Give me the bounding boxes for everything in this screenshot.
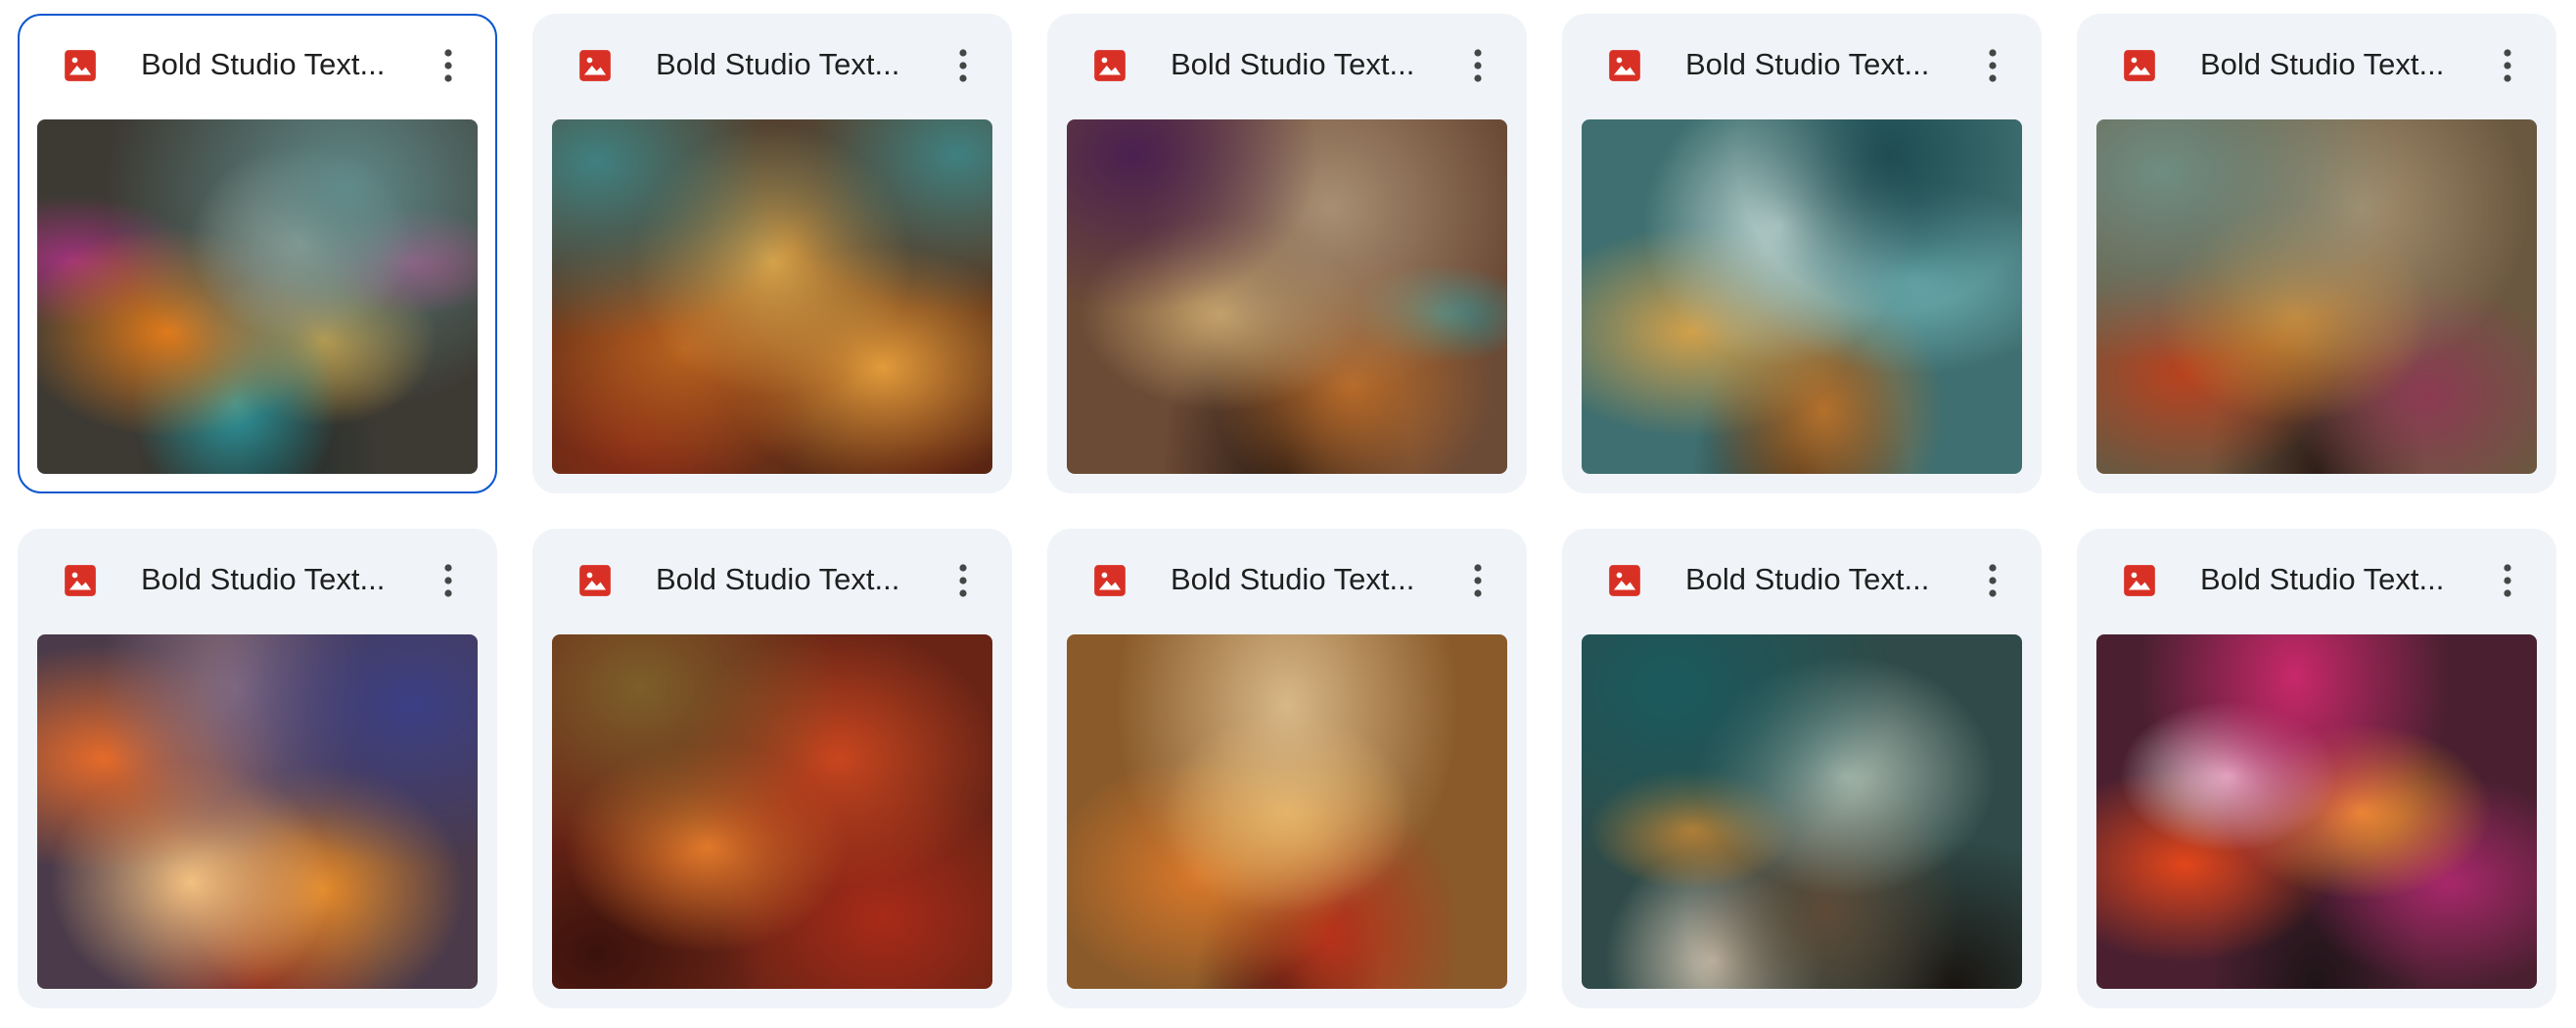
image-file-icon (1606, 562, 1643, 599)
more-actions-button[interactable] (1969, 42, 2016, 89)
file-card[interactable]: Bold Studio Text... (2077, 14, 2556, 493)
file-card[interactable]: Bold Studio Text... (1047, 14, 1527, 493)
file-thumbnail[interactable] (37, 634, 478, 989)
more-vert-icon (2504, 49, 2511, 82)
file-thumbnail[interactable] (1067, 119, 1507, 474)
file-card[interactable]: Bold Studio Text... (532, 529, 1012, 1008)
file-card-header: Bold Studio Text... (532, 14, 1012, 117)
file-card-header: Bold Studio Text... (2077, 14, 2556, 117)
more-vert-icon (959, 49, 967, 82)
image-file-icon (2121, 562, 2158, 599)
more-actions-button[interactable] (940, 557, 987, 604)
file-card-header: Bold Studio Text... (20, 16, 495, 119)
file-name: Bold Studio Text... (656, 47, 900, 81)
file-thumbnail[interactable] (37, 119, 478, 474)
file-card-header: Bold Studio Text... (532, 529, 1012, 632)
file-name: Bold Studio Text... (141, 562, 386, 596)
more-actions-button[interactable] (1969, 557, 2016, 604)
file-thumbnail[interactable] (1582, 634, 2022, 989)
file-name: Bold Studio Text... (2200, 562, 2445, 596)
file-grid: Bold Studio Text... Bold Studio Text... (18, 14, 2556, 1008)
more-actions-button[interactable] (940, 42, 987, 89)
file-name: Bold Studio Text... (1171, 562, 1415, 596)
file-card[interactable]: Bold Studio Text... (2077, 529, 2556, 1008)
file-name: Bold Studio Text... (1171, 47, 1415, 81)
file-thumbnail[interactable] (2096, 634, 2537, 989)
file-thumbnail[interactable] (552, 634, 992, 989)
more-vert-icon (1989, 49, 1997, 82)
file-thumbnail[interactable] (1067, 634, 1507, 989)
file-name: Bold Studio Text... (1685, 562, 1930, 596)
more-vert-icon (1474, 564, 1482, 597)
more-actions-button[interactable] (2484, 557, 2531, 604)
more-vert-icon (959, 564, 967, 597)
file-thumbnail[interactable] (2096, 119, 2537, 474)
file-card[interactable]: Bold Studio Text... (1562, 529, 2042, 1008)
file-card[interactable]: Bold Studio Text... (532, 14, 1012, 493)
file-thumbnail[interactable] (552, 119, 992, 474)
file-card[interactable]: Bold Studio Text... (1047, 529, 1527, 1008)
image-file-icon (1091, 562, 1128, 599)
file-card[interactable]: Bold Studio Text... (18, 14, 497, 493)
more-vert-icon (2504, 564, 2511, 597)
file-card[interactable]: Bold Studio Text... (18, 529, 497, 1008)
file-card-header: Bold Studio Text... (2077, 529, 2556, 632)
file-card-header: Bold Studio Text... (18, 529, 497, 632)
more-actions-button[interactable] (425, 557, 472, 604)
file-card-header: Bold Studio Text... (1562, 14, 2042, 117)
file-name: Bold Studio Text... (656, 562, 900, 596)
image-file-icon (2121, 47, 2158, 84)
more-actions-button[interactable] (2484, 42, 2531, 89)
more-actions-button[interactable] (1454, 557, 1501, 604)
image-file-icon (62, 562, 99, 599)
more-vert-icon (1474, 49, 1482, 82)
image-file-icon (1606, 47, 1643, 84)
file-name: Bold Studio Text... (141, 47, 386, 81)
file-name: Bold Studio Text... (1685, 47, 1930, 81)
file-thumbnail[interactable] (1582, 119, 2022, 474)
file-name: Bold Studio Text... (2200, 47, 2445, 81)
file-card-header: Bold Studio Text... (1047, 14, 1527, 117)
more-vert-icon (444, 564, 452, 597)
more-vert-icon (444, 49, 452, 82)
more-actions-button[interactable] (1454, 42, 1501, 89)
file-card-header: Bold Studio Text... (1047, 529, 1527, 632)
more-vert-icon (1989, 564, 1997, 597)
file-card[interactable]: Bold Studio Text... (1562, 14, 2042, 493)
image-file-icon (576, 47, 614, 84)
image-file-icon (576, 562, 614, 599)
more-actions-button[interactable] (425, 42, 472, 89)
file-card-header: Bold Studio Text... (1562, 529, 2042, 632)
image-file-icon (62, 47, 99, 84)
image-file-icon (1091, 47, 1128, 84)
